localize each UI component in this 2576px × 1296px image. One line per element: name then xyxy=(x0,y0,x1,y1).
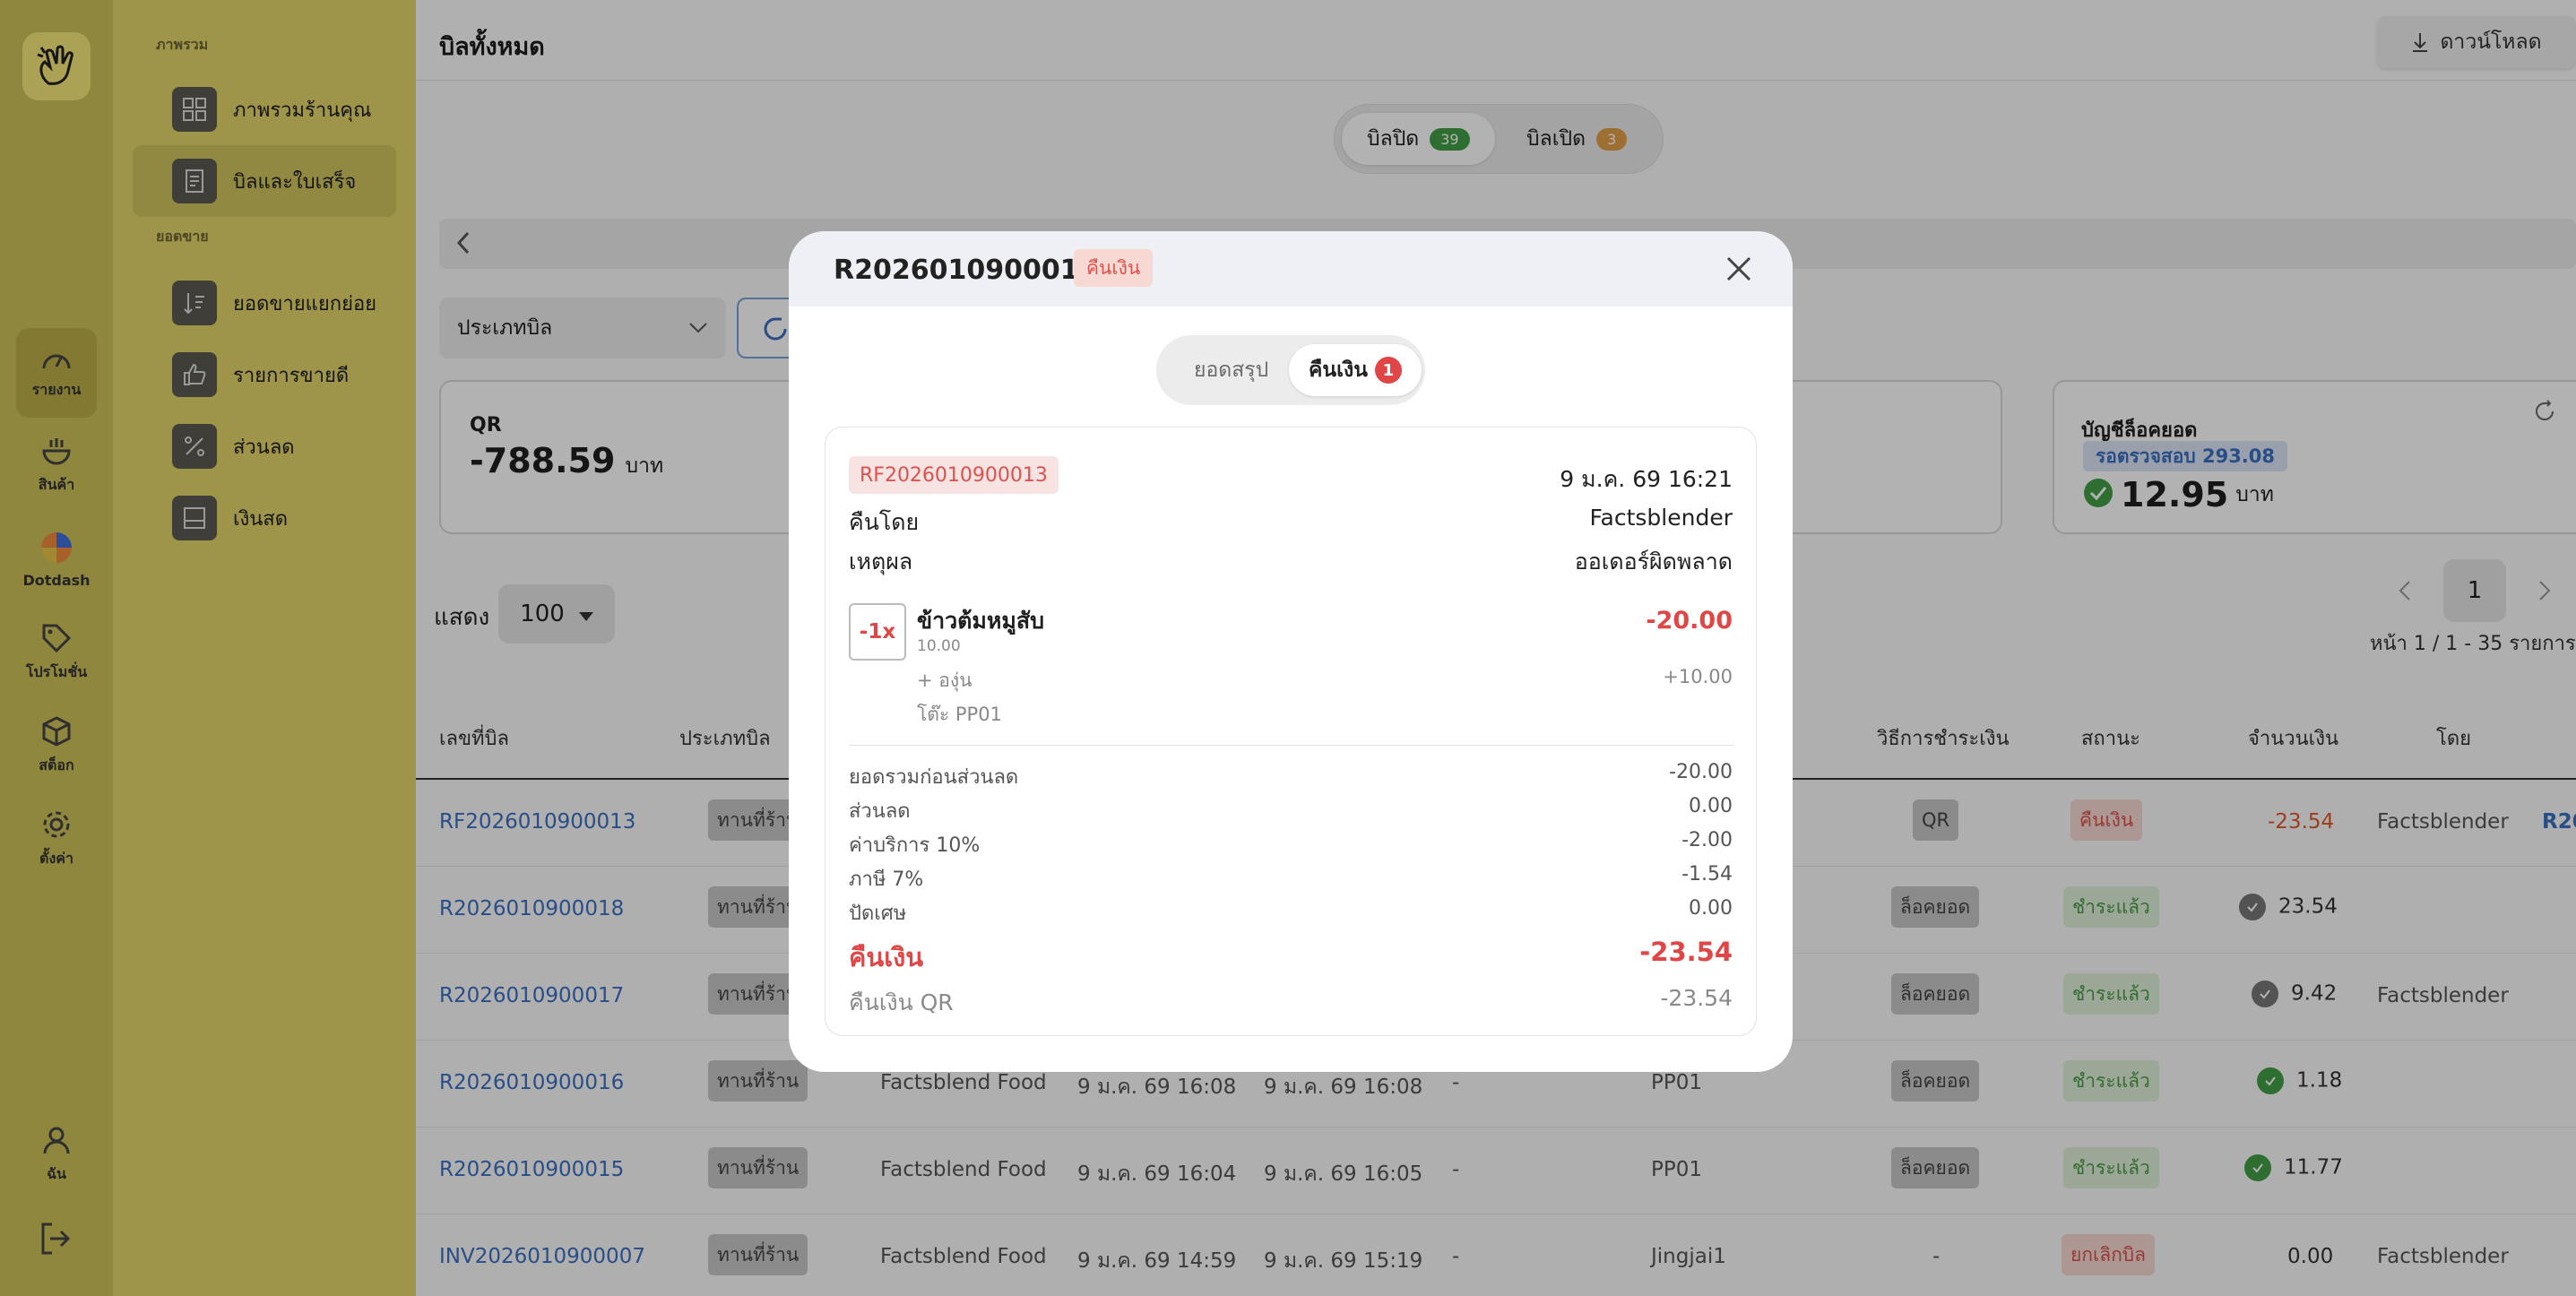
refund-method-label: คืนเงิน QR xyxy=(849,989,954,1015)
summary-value: -20.00 xyxy=(1669,761,1733,783)
refund-method-value: -23.54 xyxy=(1660,985,1733,1011)
summary-value: -1.54 xyxy=(1681,863,1733,886)
summary-label: ค่าบริการ 10% xyxy=(849,834,981,857)
refund-total-value: -23.54 xyxy=(1639,937,1733,967)
summary-label: ยอดรวมก่อนส่วนลด xyxy=(849,766,1019,789)
refunded-by-value: Factsblender xyxy=(1589,505,1733,531)
tab-refund[interactable]: คืนเงิน 1 xyxy=(1289,344,1422,396)
refund-badge: คืนเงิน xyxy=(1074,249,1154,287)
refunded-by-label: คืนโดย xyxy=(849,509,920,535)
item-price: 10.00 xyxy=(917,637,961,655)
summary-value: -2.00 xyxy=(1681,829,1733,851)
refund-id-badge: RF2026010900013 xyxy=(849,456,1059,494)
refund-card: RF2026010900013 9 ม.ค. 69 16:21 คืนโดย F… xyxy=(825,427,1757,1036)
refund-datetime: 9 ม.ค. 69 16:21 xyxy=(1560,466,1733,492)
summary-value: 0.00 xyxy=(1689,897,1733,920)
count-badge: 1 xyxy=(1374,357,1402,384)
close-icon xyxy=(1726,256,1751,281)
item-name: ข้าวต้มหมูสับ xyxy=(917,608,1044,634)
modal-title: R2026010900018 xyxy=(834,255,1098,286)
item-addon: + องุ่น xyxy=(917,670,972,691)
summary-label: ปัดเศษ xyxy=(849,903,907,925)
item-qty-box: -1x xyxy=(849,603,906,661)
tab-label: ยอดสรุป xyxy=(1194,359,1269,382)
modal-header: R2026010900018 คืนเงิน xyxy=(789,231,1793,307)
divider xyxy=(849,745,1734,746)
summary-label: ส่วนลด xyxy=(849,800,911,823)
summary-value: 0.00 xyxy=(1689,795,1733,817)
bill-detail-modal: R2026010900018 คืนเงิน ยอดสรุป คืนเงิน 1… xyxy=(789,231,1793,1072)
tab-label: คืนเงิน xyxy=(1309,359,1368,382)
close-button[interactable] xyxy=(1721,251,1757,287)
modal-tabs: ยอดสรุป คืนเงิน 1 xyxy=(1156,335,1425,405)
refund-total-label: คืนเงิน xyxy=(849,942,924,972)
tab-summary[interactable]: ยอดสรุป xyxy=(1174,344,1288,396)
item-addon-price: +10.00 xyxy=(1663,666,1733,687)
item-table: โต๊ะ PP01 xyxy=(917,704,1002,725)
reason-label: เหตุผล xyxy=(849,549,913,575)
summary-label: ภาษี 7% xyxy=(849,868,924,891)
item-total: -20.00 xyxy=(1646,607,1733,635)
reason-value: ออเดอร์ผิดพลาด xyxy=(1574,549,1733,575)
